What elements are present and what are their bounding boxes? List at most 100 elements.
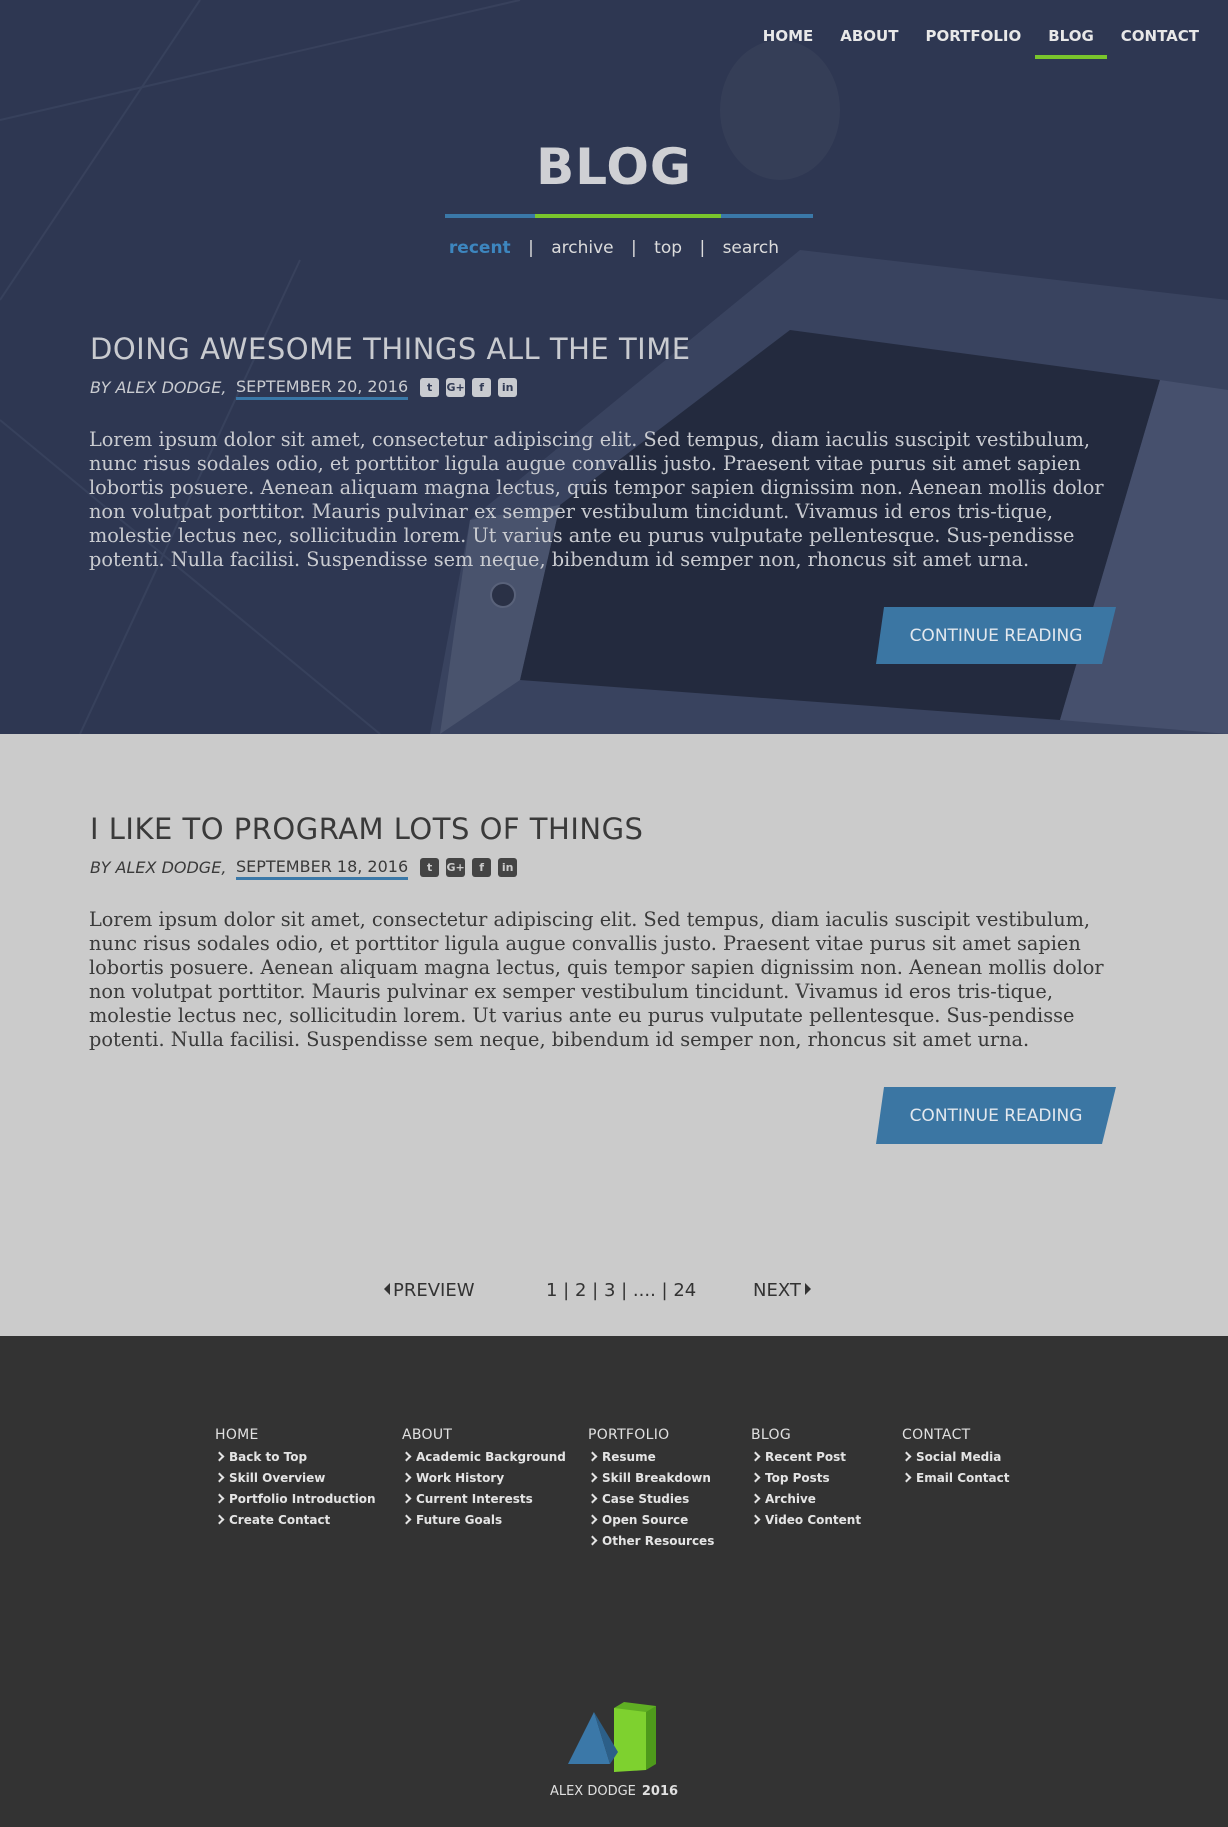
footer-heading[interactable]: ABOUT [402, 1427, 566, 1443]
page-link[interactable]: 24 [673, 1280, 696, 1301]
page-link[interactable]: 3 [604, 1280, 615, 1301]
footer-link[interactable]: Email Contact [901, 1467, 1009, 1488]
blog-subnav: recent | archive | top | search [0, 238, 1228, 258]
google-plus-icon[interactable]: G+ [446, 857, 466, 877]
page-link[interactable]: 2 [575, 1280, 586, 1301]
footer-link[interactable]: Future Goals [401, 1509, 566, 1530]
footer-link[interactable]: Resume [587, 1446, 714, 1467]
chevron-right-icon [750, 1451, 761, 1462]
chevron-right-icon [401, 1451, 412, 1462]
chevron-right-icon [750, 1493, 761, 1504]
footer-link[interactable]: Recent Post [750, 1446, 861, 1467]
post-date[interactable]: SEPTEMBER 18, 2016 [236, 855, 409, 880]
page-ellipsis: .... [632, 1280, 656, 1301]
share-icons: t G+ f in [420, 377, 524, 397]
chevron-right-icon [901, 1472, 912, 1483]
linkedin-icon[interactable]: in [498, 857, 518, 877]
footer-heading[interactable]: PORTFOLIO [588, 1427, 714, 1443]
subnav-top[interactable]: top [654, 238, 682, 258]
chevron-right-icon [587, 1514, 598, 1525]
footer-heading[interactable]: BLOG [751, 1427, 861, 1443]
post-author: BY ALEX DODGE, [90, 377, 227, 397]
post-title[interactable]: DOING AWESOME THINGS ALL THE TIME [90, 332, 1140, 372]
copyright: ALEX DODGE 2016 [0, 1784, 1228, 1799]
footer-link[interactable]: Portfolio Introduction [214, 1488, 376, 1509]
chevron-right-icon [214, 1514, 225, 1525]
twitter-icon[interactable]: t [420, 377, 440, 397]
chevron-right-icon [214, 1451, 225, 1462]
chevron-right-icon [214, 1493, 225, 1504]
footer-heading[interactable]: CONTACT [902, 1427, 1009, 1443]
post-title[interactable]: I LIKE TO PROGRAM LOTS OF THINGS [90, 812, 1140, 852]
post-author: BY ALEX DODGE, [90, 857, 227, 877]
nav-about[interactable]: ABOUT [827, 24, 911, 59]
footer-link[interactable]: Back to Top [214, 1446, 376, 1467]
nav-contact[interactable]: CONTACT [1108, 24, 1212, 59]
copyright-year: 2016 [641, 1784, 679, 1799]
chevron-right-icon [750, 1514, 761, 1525]
footer-link[interactable]: Skill Breakdown [587, 1467, 714, 1488]
post-meta: BY ALEX DODGE, SEPTEMBER 18, 2016 t G+ f… [90, 852, 1140, 882]
subnav-separator: | [528, 238, 534, 258]
footer-column-blog: BLOG Recent Post Top Posts Archive Video… [750, 1427, 861, 1530]
footer-link[interactable]: Top Posts [750, 1467, 861, 1488]
chevron-right-icon [587, 1535, 598, 1546]
google-plus-icon[interactable]: G+ [446, 377, 466, 397]
facebook-icon[interactable]: f [472, 377, 492, 397]
site-logo [568, 1702, 656, 1772]
footer-column-about: ABOUT Academic Background Work History C… [401, 1427, 566, 1530]
nav-home[interactable]: HOME [750, 24, 826, 59]
subnav-recent[interactable]: recent [449, 238, 511, 258]
subnav-separator: | [631, 238, 637, 258]
footer-heading[interactable]: HOME [215, 1427, 376, 1443]
page-link[interactable]: 1 [546, 1280, 557, 1301]
footer-link[interactable]: Work History [401, 1467, 566, 1488]
chevron-right-icon [401, 1514, 412, 1525]
page-numbers: 1 | 2 | 3 | .... | 24 [546, 1280, 697, 1301]
next-label: NEXT [753, 1280, 801, 1301]
subnav-archive[interactable]: archive [551, 238, 613, 258]
footer-link[interactable]: Skill Overview [214, 1467, 376, 1488]
chevron-right-icon [214, 1472, 225, 1483]
previous-label: PREVIEW [393, 1280, 475, 1301]
facebook-icon[interactable]: f [472, 857, 492, 877]
blog-post: DOING AWESOME THINGS ALL THE TIME BY ALE… [89, 332, 1140, 572]
footer-link[interactable]: Academic Background [401, 1446, 566, 1467]
next-page-button[interactable]: NEXT [753, 1280, 811, 1301]
chevron-right-icon [587, 1472, 598, 1483]
main-nav: HOME ABOUT PORTFOLIO BLOG CONTACT [749, 24, 1212, 59]
continue-reading-button[interactable]: CONTINUE READING [876, 607, 1116, 664]
caret-left-icon [384, 1283, 390, 1295]
nav-portfolio[interactable]: PORTFOLIO [912, 24, 1034, 59]
subnav-separator: | [699, 238, 706, 258]
chevron-right-icon [401, 1472, 412, 1483]
footer-column-home: HOME Back to Top Skill Overview Portfoli… [214, 1427, 376, 1530]
continue-reading-button[interactable]: CONTINUE READING [876, 1087, 1116, 1144]
footer-link[interactable]: Archive [750, 1488, 861, 1509]
chevron-right-icon [587, 1493, 598, 1504]
post-meta: BY ALEX DODGE, SEPTEMBER 20, 2016 t G+ f… [90, 372, 1140, 402]
post-date[interactable]: SEPTEMBER 20, 2016 [236, 375, 409, 400]
previous-page-button[interactable]: PREVIEW [384, 1280, 475, 1301]
caret-right-icon [804, 1283, 811, 1295]
share-icons: t G+ f in [420, 857, 524, 877]
footer-link[interactable]: Create Contact [214, 1509, 376, 1530]
footer-link[interactable]: Open Source [587, 1509, 714, 1530]
subnav-search[interactable]: search [723, 238, 779, 258]
chevron-right-icon [750, 1472, 761, 1483]
footer-link[interactable]: Video Content [750, 1509, 861, 1530]
footer-link[interactable]: Case Studies [587, 1488, 714, 1509]
chevron-right-icon [587, 1451, 598, 1462]
page-title: BLOG [536, 138, 692, 196]
twitter-icon[interactable]: t [420, 857, 440, 877]
footer-link[interactable]: Other Resources [587, 1530, 714, 1551]
title-divider [445, 214, 813, 218]
footer-link[interactable]: Social Media [901, 1446, 1009, 1467]
blog-post: I LIKE TO PROGRAM LOTS OF THINGS BY ALEX… [89, 812, 1140, 1052]
chevron-right-icon [401, 1493, 412, 1504]
linkedin-icon[interactable]: in [498, 377, 518, 397]
post-excerpt: Lorem ipsum dolor sit amet, consectetur … [89, 908, 1104, 1051]
nav-blog[interactable]: BLOG [1035, 24, 1107, 59]
footer-link[interactable]: Current Interests [401, 1488, 566, 1509]
copyright-name: ALEX DODGE [549, 1784, 636, 1799]
